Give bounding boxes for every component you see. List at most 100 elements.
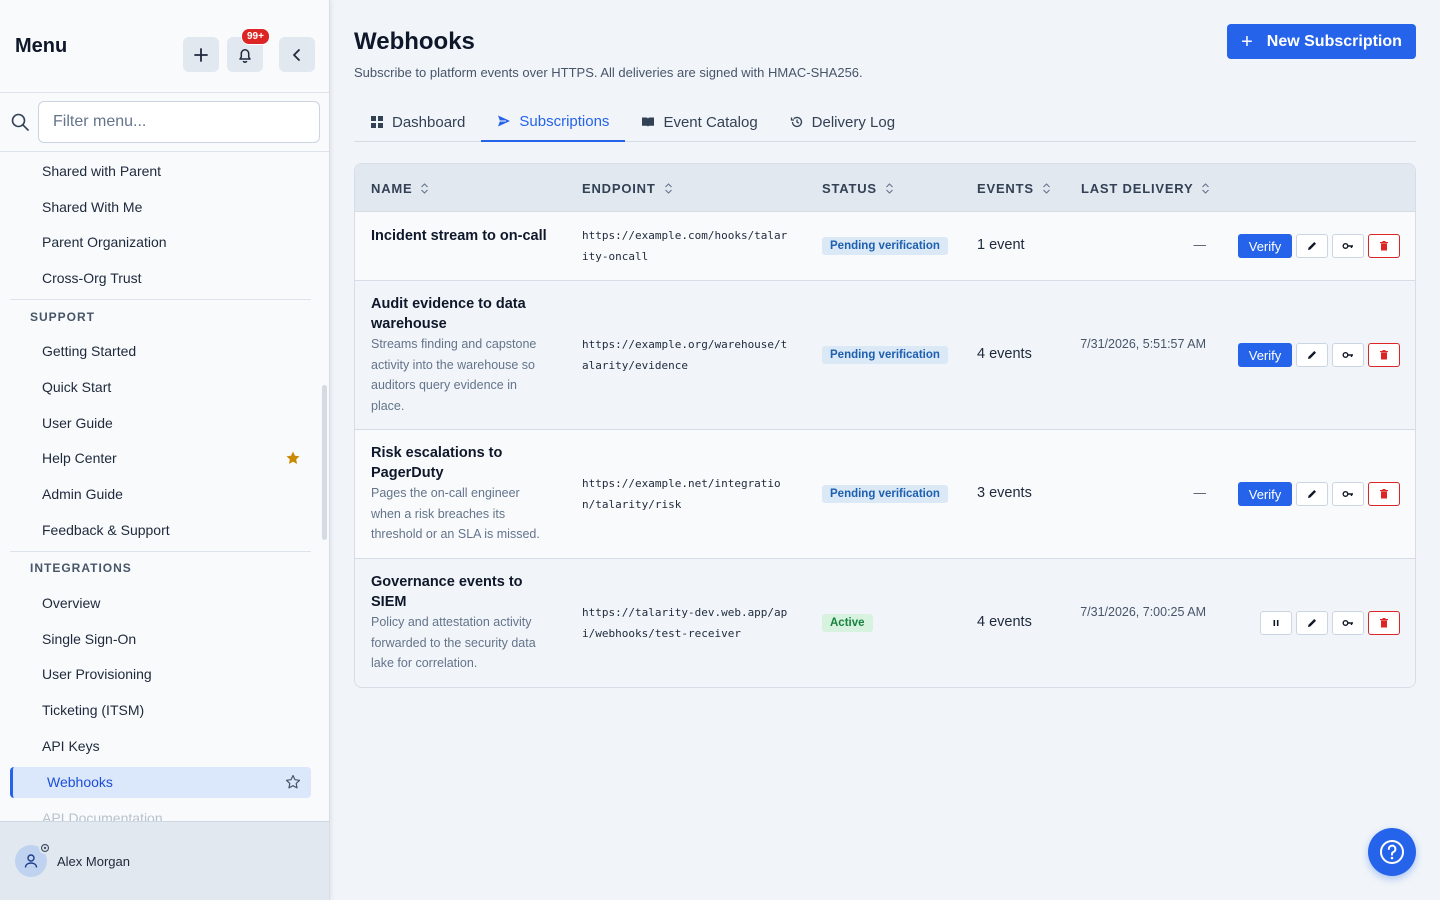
status-badge: Pending verification — [822, 346, 948, 364]
delete-button[interactable] — [1368, 611, 1400, 635]
column-label: STATUS — [822, 180, 877, 196]
verify-button[interactable]: Verify — [1238, 482, 1292, 506]
event-count: 4 events — [977, 346, 1032, 362]
verify-button[interactable]: Verify — [1238, 343, 1292, 367]
verify-button[interactable]: Verify — [1238, 234, 1292, 258]
sidebar-item-shared-with-parent[interactable]: Shared with Parent — [0, 153, 329, 189]
grid-icon — [371, 116, 383, 128]
sidebar-item-label: Webhooks — [47, 774, 113, 791]
last-delivery: 7/31/2026, 7:00:25 AM — [1080, 605, 1206, 619]
sidebar-item-single-sign-on[interactable]: Single Sign-On — [0, 621, 329, 657]
section-label-integrations: INTEGRATIONS — [30, 561, 132, 576]
sidebar-nav: Shared with Parent Shared With Me Parent… — [0, 153, 329, 821]
column-header-endpoint[interactable]: ENDPOINT — [582, 164, 673, 212]
avatar — [15, 842, 51, 877]
delete-button[interactable] — [1368, 482, 1400, 506]
edit-button[interactable] — [1296, 343, 1328, 367]
subscriptions-table: NAME ENDPOINT STATUS EVENTS LAST DELIVER… — [354, 163, 1416, 688]
edit-button[interactable] — [1296, 482, 1328, 506]
sidebar-item-quick-start[interactable]: Quick Start — [0, 369, 329, 405]
sidebar-item-api-documentation[interactable]: API Documentation — [0, 800, 329, 821]
pencil-icon — [1308, 490, 1316, 498]
question-circle-icon — [1380, 840, 1404, 864]
status-cell: Pending verification — [822, 345, 948, 364]
sidebar-title: Menu — [15, 34, 68, 57]
add-button[interactable] — [183, 37, 219, 72]
sidebar-item-help-center[interactable]: Help Center — [0, 441, 329, 477]
sidebar-item-api-keys[interactable]: API Keys — [0, 728, 329, 764]
tab-dashboard[interactable]: Dashboard — [354, 102, 481, 142]
sidebar-item-parent-organization[interactable]: Parent Organization — [0, 225, 329, 261]
edit-button[interactable] — [1296, 611, 1328, 635]
sidebar-item-user-provisioning[interactable]: User Provisioning — [0, 657, 329, 693]
tab-subscriptions[interactable]: Subscriptions — [481, 102, 626, 142]
help-button[interactable] — [1368, 828, 1416, 876]
sidebar-item-ticketing[interactable]: Ticketing (ITSM) — [0, 692, 329, 728]
collapse-sidebar-button[interactable] — [279, 37, 315, 72]
event-count: 4 events — [977, 614, 1032, 630]
column-header-events[interactable]: EVENTS — [977, 164, 1051, 212]
sidebar-item-overview[interactable]: Overview — [0, 585, 329, 621]
subscription-description: Policy and attestation activity forwarde… — [371, 615, 536, 670]
chevron-left-icon — [293, 48, 300, 61]
sidebar-item-feedback-support[interactable]: Feedback & Support — [0, 512, 329, 548]
table-row: Governance events to SIEM Policy and att… — [355, 559, 1415, 687]
sidebar-item-cross-org-trust[interactable]: Cross-Org Trust — [0, 260, 329, 296]
notifications-button[interactable]: 99+ — [227, 28, 270, 72]
pencil-icon — [1308, 351, 1316, 359]
secret-key-button[interactable] — [1332, 343, 1364, 367]
subscription-name[interactable]: Risk escalations to PagerDuty — [371, 443, 551, 483]
tab-event-catalog[interactable]: Event Catalog — [625, 102, 773, 142]
new-subscription-label: New Subscription — [1266, 32, 1402, 50]
delete-button[interactable] — [1368, 343, 1400, 367]
trash-icon — [1380, 241, 1388, 251]
sidebar-item-admin-guide[interactable]: Admin Guide — [0, 476, 329, 512]
key-icon — [1342, 352, 1353, 358]
column-header-status[interactable]: STATUS — [822, 164, 894, 212]
secret-key-button[interactable] — [1332, 482, 1364, 506]
row-actions: Verify — [1238, 234, 1400, 258]
star-outline-icon[interactable] — [285, 774, 301, 790]
sort-icon — [664, 182, 672, 194]
bell-icon — [239, 48, 251, 63]
tab-label: Event Catalog — [663, 113, 758, 131]
sidebar-item-shared-with-me[interactable]: Shared With Me — [0, 189, 329, 225]
new-subscription-button[interactable]: + New Subscription — [1227, 24, 1416, 59]
pencil-icon — [1308, 619, 1316, 627]
sidebar-header: Menu 99+ — [0, 0, 329, 93]
sidebar: Menu 99+ Shared with Parent Shared With … — [0, 0, 330, 900]
column-header-last-delivery[interactable]: LAST DELIVERY — [1081, 164, 1210, 212]
row-actions: Verify — [1238, 482, 1400, 506]
column-label: NAME — [371, 180, 413, 196]
delete-button[interactable] — [1368, 234, 1400, 258]
sidebar-item-getting-started[interactable]: Getting Started — [0, 333, 329, 369]
pencil-icon — [1308, 242, 1316, 250]
subscription-name[interactable]: Audit evidence to data warehouse — [371, 294, 551, 334]
secret-key-button[interactable] — [1332, 234, 1364, 258]
trash-icon — [1380, 489, 1388, 499]
sidebar-item-user-guide[interactable]: User Guide — [0, 405, 329, 441]
tab-delivery-log[interactable]: Delivery Log — [774, 102, 911, 142]
key-icon — [1342, 243, 1353, 249]
tab-label: Delivery Log — [811, 113, 896, 131]
sort-icon — [885, 182, 893, 194]
edit-button[interactable] — [1296, 234, 1328, 258]
trash-icon — [1380, 618, 1388, 628]
table-row: Risk escalations to PagerDuty Pages the … — [355, 430, 1415, 559]
sidebar-scrollbar[interactable] — [322, 385, 327, 540]
key-icon — [1342, 620, 1353, 626]
history-icon — [790, 116, 802, 128]
tab-label: Subscriptions — [519, 112, 610, 130]
pause-button[interactable] — [1260, 611, 1292, 635]
sidebar-item-webhooks[interactable]: Webhooks — [10, 766, 311, 798]
gear-icon — [39, 842, 51, 854]
sort-icon — [1202, 182, 1210, 194]
subscription-name-cell: Risk escalations to PagerDuty Pages the … — [371, 443, 551, 545]
filter-menu-input[interactable] — [38, 101, 320, 143]
column-header-name[interactable]: NAME — [371, 164, 429, 212]
subscription-name[interactable]: Governance events to SIEM — [371, 572, 551, 612]
star-filled-icon[interactable] — [285, 450, 301, 466]
secret-key-button[interactable] — [1332, 611, 1364, 635]
subscription-name[interactable]: Incident stream to on-call — [371, 226, 551, 246]
user-profile[interactable]: Alex Morgan — [0, 821, 329, 900]
